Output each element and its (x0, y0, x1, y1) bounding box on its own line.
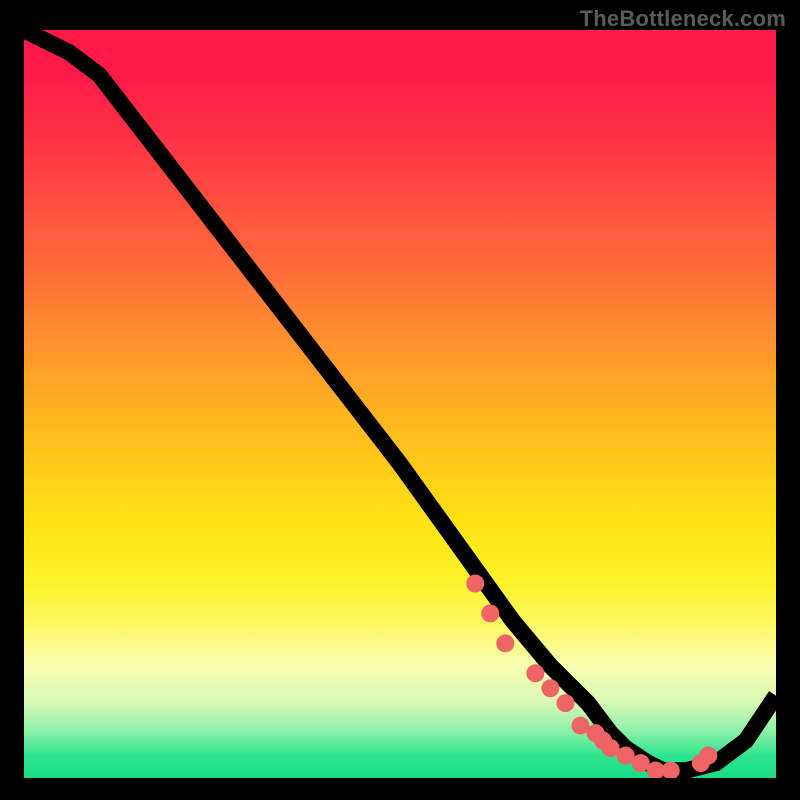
data-marker (496, 634, 514, 652)
data-marker (466, 575, 484, 593)
data-marker (541, 679, 559, 697)
data-marker (699, 747, 717, 765)
curve-path (24, 30, 776, 771)
chart-svg (24, 30, 776, 778)
plot-area (24, 30, 776, 778)
watermark-text: TheBottleneck.com (580, 6, 786, 32)
data-marker (481, 604, 499, 622)
chart-frame: TheBottleneck.com (0, 0, 800, 800)
data-marker (556, 694, 574, 712)
data-marker (526, 664, 544, 682)
